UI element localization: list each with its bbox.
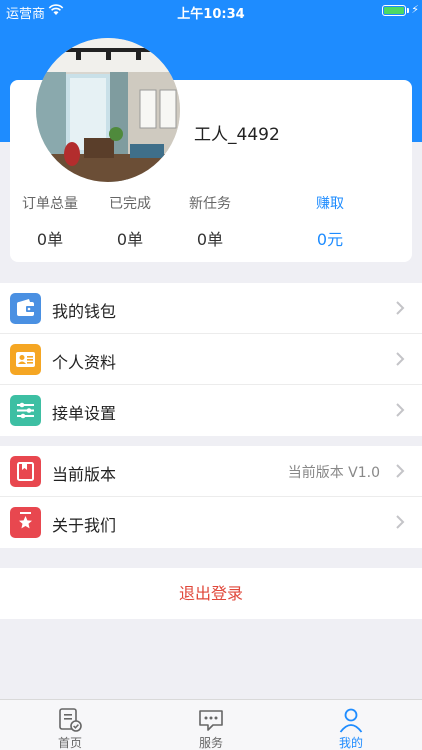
stat-total-orders[interactable]: 订单总量 0单 — [10, 193, 90, 250]
avatar[interactable] — [36, 38, 180, 182]
menu-item-about-us[interactable]: 关于我们 — [0, 497, 422, 548]
version-value: 当前版本 V1.0 — [287, 465, 380, 481]
stat-earnings[interactable]: 赚取 0元 — [290, 193, 370, 250]
chevron-right-icon — [396, 464, 405, 478]
status-time: 上午10:34 — [177, 7, 245, 22]
tab-service[interactable]: 服务 — [141, 700, 281, 750]
menu-item-profile[interactable]: 个人资料 — [0, 334, 422, 385]
chevron-right-icon — [396, 352, 405, 366]
stat-value: 0单 — [196, 230, 224, 249]
settings-sliders-icon — [10, 395, 41, 426]
charging-icon: ⚡ — [411, 3, 419, 16]
stat-value: 0单 — [116, 230, 144, 249]
stat-completed[interactable]: 已完成 0单 — [90, 193, 170, 250]
logout-button[interactable]: 退出登录 — [0, 568, 422, 619]
menu-group-account: 我的钱包 个人资料 接单设置 — [0, 283, 422, 436]
menu-label: 关于我们 — [52, 516, 117, 535]
status-bar: 运营商 上午10:34 ⚡ — [0, 0, 422, 22]
chat-icon — [199, 710, 223, 731]
stat-value: 0单 — [36, 230, 64, 249]
person-icon — [339, 708, 363, 733]
menu-group-app: 当前版本 当前版本 V1.0 关于我们 — [0, 446, 422, 548]
tab-home[interactable]: 首页 — [0, 700, 140, 750]
tab-label: 首页 — [57, 736, 82, 750]
tab-bar: 首页 服务 我的 — [0, 699, 422, 750]
chevron-right-icon — [396, 301, 405, 315]
home-doc-icon — [59, 708, 82, 732]
username: 工人_4492 — [194, 125, 280, 145]
menu-item-version[interactable]: 当前版本 当前版本 V1.0 — [0, 446, 422, 497]
menu-item-wallet[interactable]: 我的钱包 — [0, 283, 422, 334]
tab-mine[interactable]: 我的 — [281, 700, 421, 750]
stat-new-tasks[interactable]: 新任务 0单 — [170, 193, 250, 250]
chevron-right-icon — [396, 515, 405, 529]
wallet-icon — [10, 293, 41, 324]
stat-label: 赚取 — [316, 196, 344, 212]
battery-icon — [382, 5, 406, 16]
stat-label: 已完成 — [109, 196, 151, 212]
stat-value: 0元 — [316, 230, 344, 249]
menu-label: 接单设置 — [52, 404, 117, 423]
menu-label: 个人资料 — [52, 353, 117, 372]
menu-label: 我的钱包 — [52, 302, 117, 321]
menu-item-order-settings[interactable]: 接单设置 — [0, 385, 422, 436]
stat-label: 订单总量 — [22, 196, 78, 212]
profile-card-icon — [10, 344, 41, 375]
about-star-icon — [10, 507, 41, 538]
chevron-right-icon — [396, 403, 405, 417]
tab-label: 我的 — [338, 736, 363, 750]
stat-label: 新任务 — [189, 196, 231, 212]
menu-label: 当前版本 — [52, 465, 117, 484]
version-icon — [10, 456, 41, 487]
tab-label: 服务 — [198, 736, 223, 750]
